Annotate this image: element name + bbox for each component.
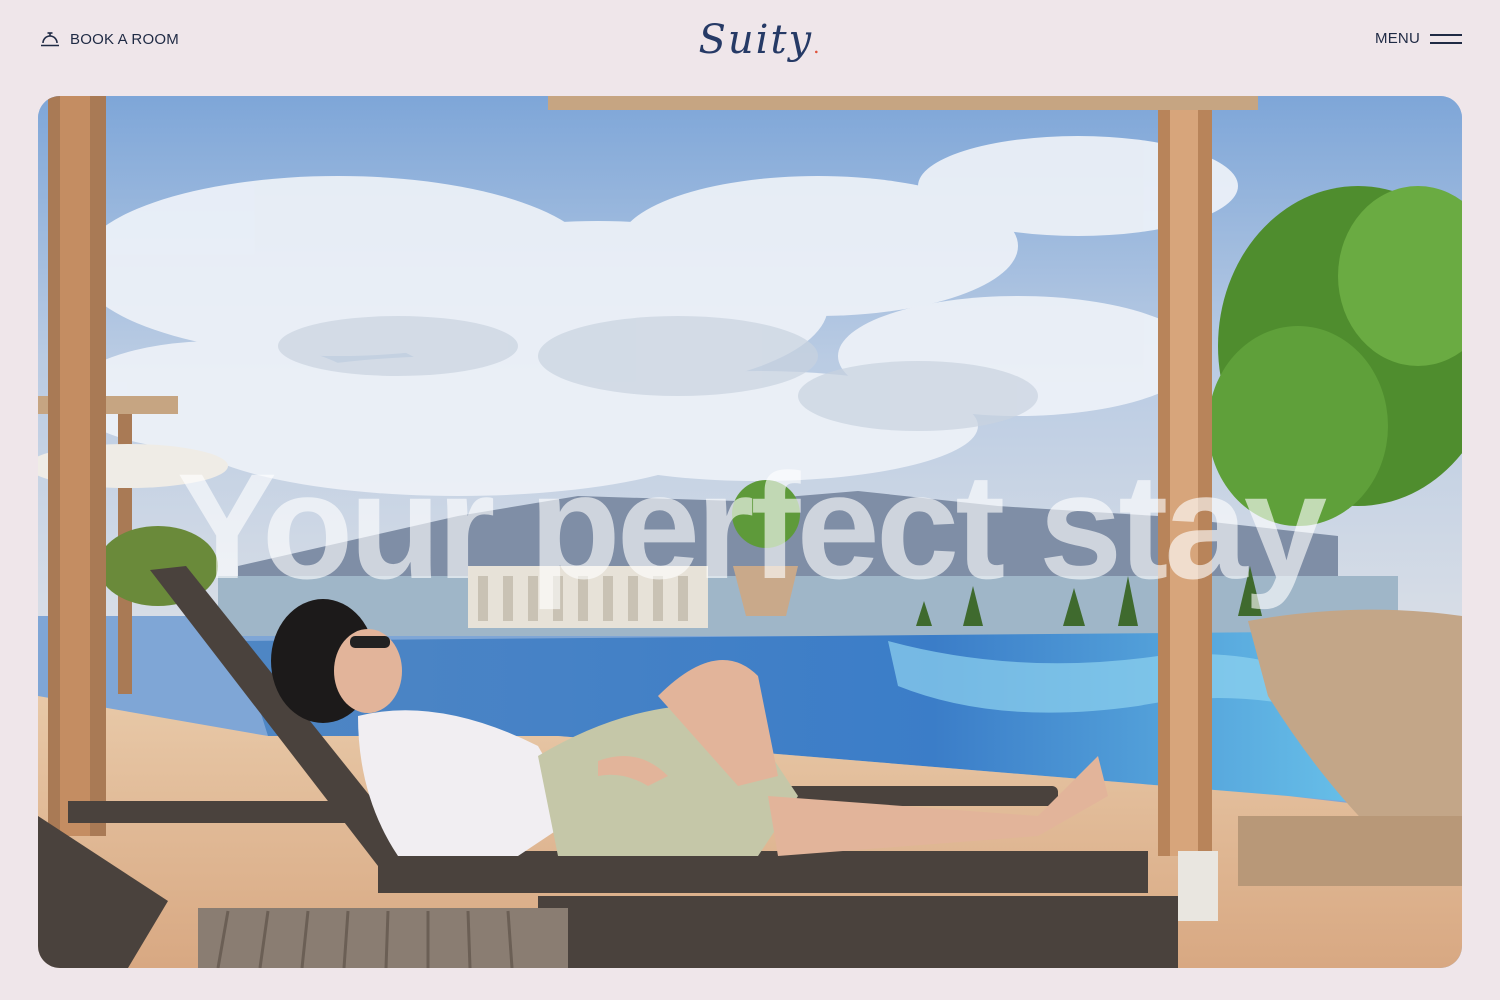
hero-headline: Your perfect stay [176, 442, 1327, 610]
hamburger-icon [1430, 33, 1462, 44]
menu-button[interactable]: MENU [1375, 30, 1462, 47]
book-a-room-link[interactable]: BOOK A ROOM [40, 30, 179, 48]
service-bell-icon [40, 30, 60, 48]
logo-text: Suity [698, 17, 814, 63]
brand-logo[interactable]: Suity. [690, 8, 830, 72]
book-a-room-label: BOOK A ROOM [70, 30, 179, 48]
hero-banner: Your perfect stay [38, 96, 1462, 968]
site-header: BOOK A ROOM Suity. MENU [0, 0, 1500, 90]
logo-dot: . [813, 34, 822, 58]
menu-label: MENU [1375, 30, 1420, 47]
